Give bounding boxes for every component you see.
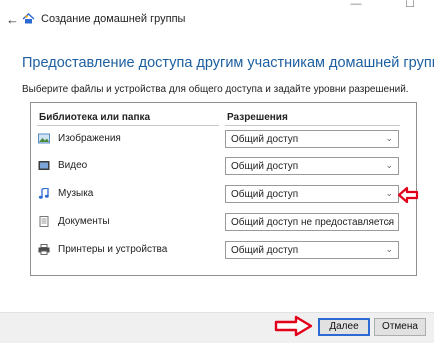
music-icon: [38, 188, 49, 199]
title-bar: ← Создание домашней группы — ☐: [0, 0, 434, 34]
header-divider: [225, 125, 400, 126]
minimize-button[interactable]: —: [334, 0, 378, 14]
column-header-permissions: Разрешения: [227, 112, 288, 123]
chevron-down-icon: ⌄: [385, 216, 393, 226]
next-button[interactable]: Далее: [318, 318, 370, 336]
page-heading: Предоставление доступа другим участникам…: [22, 55, 434, 71]
annotation-arrow-icon: [397, 186, 419, 204]
permission-select-pictures[interactable]: Общий доступ ⌄: [225, 130, 399, 148]
sharing-table: Библиотека или папка Разрешения Изображе…: [30, 102, 417, 276]
homegroup-icon: [22, 13, 35, 24]
pictures-icon: [38, 133, 50, 144]
back-arrow-icon[interactable]: ←: [6, 13, 19, 26]
row-label-documents: Документы: [58, 216, 110, 227]
permission-select-printers[interactable]: Общий доступ ⌄: [225, 241, 399, 259]
row-label-pictures: Изображения: [58, 133, 121, 144]
row-label-videos: Видео: [58, 160, 88, 171]
chevron-down-icon: ⌄: [385, 133, 393, 143]
permission-select-music[interactable]: Общий доступ ⌄: [225, 185, 399, 203]
permission-select-documents[interactable]: Общий доступ не предоставляется ⌄: [225, 213, 399, 231]
videos-icon: [38, 161, 50, 170]
maximize-button[interactable]: ☐: [388, 0, 432, 14]
chevron-down-icon: ⌄: [385, 160, 393, 170]
documents-icon: [39, 216, 49, 227]
row-label-music: Музыка: [58, 188, 94, 199]
permission-select-videos[interactable]: Общий доступ ⌄: [225, 157, 399, 175]
instruction-text: Выберите файлы и устройства для общего д…: [22, 84, 409, 95]
annotation-arrow-icon: [274, 315, 313, 337]
chevron-down-icon: ⌄: [385, 188, 393, 198]
column-header-library: Библиотека или папка: [39, 112, 151, 123]
printer-icon: [38, 244, 50, 255]
row-label-printers: Принтеры и устройства: [58, 244, 168, 255]
window-title: Создание домашней группы: [41, 13, 186, 25]
cancel-button[interactable]: Отмена: [374, 318, 426, 336]
header-divider: [37, 125, 219, 126]
chevron-down-icon: ⌄: [385, 244, 393, 254]
